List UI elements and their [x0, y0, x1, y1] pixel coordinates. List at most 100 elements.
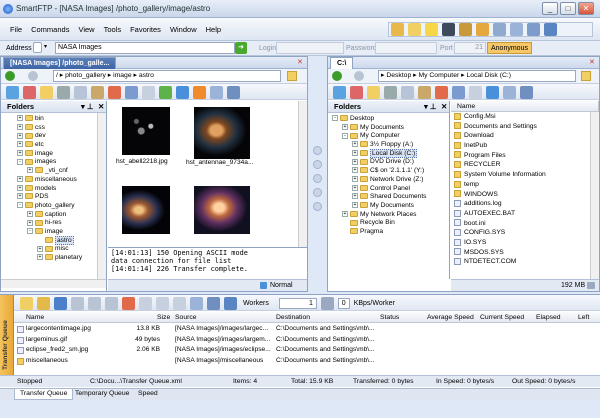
tree-item[interactable]: + models [1, 185, 106, 194]
layout-icon[interactable] [476, 23, 489, 36]
new-folder-icon[interactable] [40, 86, 53, 99]
expand-toggle-icon[interactable]: + [352, 176, 358, 183]
dropdown-arrow-icon[interactable]: ▾ [44, 43, 47, 50]
help-icon[interactable] [544, 23, 557, 36]
delete-icon[interactable] [108, 86, 121, 99]
menu-file[interactable]: File [10, 18, 22, 41]
file-row[interactable]: NTDETECT.COM [451, 257, 599, 267]
tree-item[interactable]: + C$ on '2.1.1.1' (Y:) [328, 167, 449, 176]
file-row[interactable]: temp [451, 180, 599, 190]
stop-icon[interactable] [350, 86, 363, 99]
file-row[interactable]: Download [451, 131, 599, 141]
thumbnails-icon[interactable] [227, 86, 240, 99]
view-icon[interactable] [210, 86, 223, 99]
queue-open-icon[interactable] [37, 297, 50, 310]
name-column-header[interactable]: Name [451, 101, 599, 112]
expand-toggle-icon[interactable]: + [17, 184, 23, 191]
expand-toggle-icon[interactable]: + [17, 115, 23, 122]
upload-icon[interactable] [486, 86, 499, 99]
tree-item[interactable]: + Local Disk (C:) [328, 148, 449, 159]
panel-icon[interactable] [459, 23, 472, 36]
tab-local[interactable]: C:\ [330, 57, 354, 69]
tree-item[interactable]: + miscellaneous [1, 176, 106, 185]
connect-icon[interactable] [391, 23, 404, 36]
tree-item[interactable]: - My Computer [328, 132, 449, 141]
anonymous-toggle[interactable]: Anonymous [487, 42, 532, 54]
tree-item[interactable]: + My Documents [328, 124, 449, 133]
menu-commands[interactable]: Commands [31, 18, 69, 41]
split-icon[interactable] [510, 23, 523, 36]
download-icon[interactable] [159, 86, 172, 99]
file-row[interactable]: CONFIG.SYS [451, 228, 599, 238]
col-average-speed[interactable]: Average Speed [427, 312, 474, 323]
thumbnail-item[interactable] [186, 186, 276, 234]
tree-item[interactable]: + etc [1, 141, 106, 150]
expand-toggle-icon[interactable]: - [17, 202, 23, 209]
close-icon[interactable]: ✕ [441, 101, 447, 113]
close-icon[interactable]: ✕ [297, 58, 303, 66]
login-field[interactable] [276, 42, 344, 54]
file-row[interactable]: boot.ini [451, 219, 599, 229]
file-row[interactable]: Documents and Settings [451, 122, 599, 132]
workers-field[interactable]: 1 [278, 298, 317, 309]
password-field[interactable] [375, 42, 437, 54]
new-badge-icon[interactable] [193, 86, 206, 99]
remote-tree-scrollbar[interactable] [97, 113, 106, 279]
path-root[interactable]: / [56, 72, 58, 79]
rename-icon[interactable] [452, 86, 465, 99]
thumbnail-item[interactable] [116, 186, 186, 234]
file-row[interactable]: RECYCLER [451, 160, 599, 170]
thumbnail-item[interactable]: hst_abell2218.jpg [116, 107, 186, 165]
transfer-right-icon[interactable] [313, 146, 322, 155]
go-button[interactable]: ➜ [235, 42, 247, 54]
menu-tools[interactable]: Tools [104, 18, 122, 41]
queue-row[interactable]: miscellaneous [NASA Images]/miscellaneous… [14, 356, 600, 367]
tree-item[interactable]: + Control Panel [328, 185, 449, 194]
col-name[interactable]: Name [26, 312, 44, 323]
tree-item[interactable]: + dev [1, 132, 106, 141]
speed-icon[interactable] [320, 297, 334, 310]
view-icon[interactable] [503, 86, 516, 99]
expand-toggle-icon[interactable]: + [342, 210, 348, 217]
tab-remote[interactable]: [NASA Images] /photo_galle... [3, 57, 117, 69]
expand-toggle-icon[interactable]: + [352, 184, 358, 191]
expand-toggle-icon[interactable]: + [352, 193, 358, 200]
file-row[interactable]: AUTOEXEC.BAT [451, 209, 599, 219]
stop-icon[interactable] [88, 297, 101, 310]
star-icon[interactable] [425, 23, 438, 36]
tree-item[interactable]: + misc [1, 245, 106, 254]
port-field[interactable]: 21 [454, 42, 486, 54]
queue-row[interactable]: eclipse_fred2_sm.jpg 2.06 KB [NASA Images]… [14, 345, 600, 356]
expand-toggle-icon[interactable]: + [17, 150, 23, 156]
local-file-scrollbar[interactable] [590, 112, 599, 279]
move-icon[interactable] [139, 297, 152, 310]
tree-item[interactable]: + planetary [1, 254, 106, 263]
close-icon[interactable]: ✕ [98, 101, 104, 113]
menu-view[interactable]: View [78, 18, 94, 41]
expand-toggle-icon[interactable]: + [352, 150, 358, 156]
expand-toggle-icon[interactable]: + [17, 132, 23, 139]
transfer-left-icon[interactable] [313, 160, 322, 169]
tree-item[interactable]: Recycle Bin [328, 219, 449, 228]
transfer-mode[interactable]: Normal [270, 280, 293, 291]
menu-favorites[interactable]: Favorites [130, 18, 161, 41]
remote-file-scrollbar[interactable] [298, 101, 307, 247]
refresh-icon[interactable] [333, 86, 346, 99]
tree-item[interactable]: - Desktop [328, 115, 449, 124]
remote-tree-hscrollbar[interactable] [1, 279, 106, 288]
thumbnail-item[interactable]: hst_antennae_9734a... [186, 107, 276, 166]
tree-item[interactable]: + caption [1, 211, 106, 220]
minimize-button[interactable]: _ [542, 2, 558, 15]
tree-item[interactable]: + Shared Documents [328, 193, 449, 202]
expand-toggle-icon[interactable]: + [342, 123, 348, 130]
speed-field[interactable]: 0 [337, 298, 350, 309]
expand-toggle-icon[interactable]: - [332, 115, 338, 122]
tree-item[interactable]: Pragma [328, 228, 449, 237]
grid-icon[interactable] [493, 23, 506, 36]
queue-add-icon[interactable] [313, 202, 322, 211]
maximize-button[interactable]: □ [560, 2, 576, 15]
file-row[interactable]: System Volume Information [451, 170, 599, 180]
expand-toggle-icon[interactable]: + [37, 254, 43, 261]
delete-icon[interactable] [435, 86, 448, 99]
path-segment-local-disk[interactable]: Local Disk (C:) [466, 72, 511, 79]
